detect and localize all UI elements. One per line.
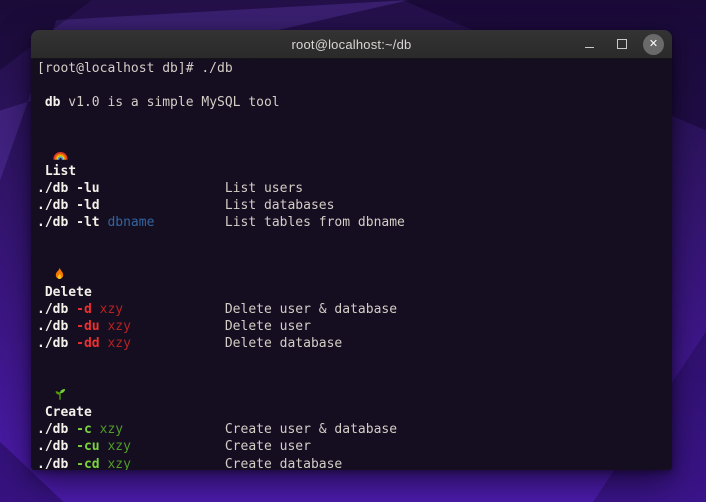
minimize-button[interactable] bbox=[579, 34, 600, 55]
terminal-line: [root@localhost db]# ./db bbox=[37, 60, 668, 77]
terminal-line bbox=[37, 77, 668, 94]
terminal-line: ./db -dd xzy Delete database bbox=[37, 335, 668, 352]
terminal-text-segment: xzy bbox=[100, 302, 123, 317]
terminal-text-segment: -dd bbox=[76, 336, 99, 351]
minimize-icon bbox=[585, 47, 594, 48]
terminal-text-segment: Delete user & database bbox=[123, 302, 397, 317]
terminal-text-segment: [root@localhost db]# ./db bbox=[37, 61, 233, 76]
close-button[interactable]: ✕ bbox=[643, 34, 664, 55]
terminal-text-segment: ./db -ld bbox=[37, 198, 100, 213]
terminal-text-segment: ./db bbox=[37, 457, 76, 470]
terminal-text-segment: -du bbox=[76, 319, 99, 334]
terminal-line: Create bbox=[37, 370, 668, 421]
terminal-text-segment bbox=[37, 95, 45, 110]
terminal-text-segment: v1.0 is a simple MySQL tool bbox=[60, 95, 279, 110]
terminal-line: ./db -ld List databases bbox=[37, 197, 668, 214]
terminal-text-segment: Create user bbox=[131, 439, 311, 454]
terminal-text-segment: List bbox=[45, 164, 76, 179]
terminal-line bbox=[37, 111, 668, 128]
terminal-text-segment: xzy bbox=[107, 457, 130, 470]
terminal-text-segment: ./db -lt bbox=[37, 215, 100, 230]
terminal-line: ./db -lt dbname List tables from dbname bbox=[37, 214, 668, 231]
terminal-text-segment: ./db bbox=[37, 302, 76, 317]
terminal-text-segment: xzy bbox=[107, 439, 130, 454]
terminal-text-segment: xzy bbox=[100, 422, 123, 437]
terminal-line: db v1.0 is a simple MySQL tool bbox=[37, 94, 668, 111]
terminal-text-segment: ./db bbox=[37, 319, 76, 334]
terminal-text-segment: dbname bbox=[107, 215, 154, 230]
terminal-text-segment: List users bbox=[100, 181, 304, 196]
terminal-line: ./db -cd xzy Create database bbox=[37, 456, 668, 470]
terminal-text-segment: List tables from dbname bbox=[154, 215, 404, 230]
maximize-icon bbox=[617, 39, 627, 49]
terminal-text-segment: xzy bbox=[107, 319, 130, 334]
terminal-line: ./db -d xzy Delete user & database bbox=[37, 301, 668, 318]
terminal-line bbox=[37, 232, 668, 249]
maximize-button[interactable] bbox=[611, 34, 632, 55]
terminal-text-segment: Create bbox=[45, 405, 92, 420]
terminal-text-segment: Create user & database bbox=[123, 422, 397, 437]
terminal-text-segment: -cu bbox=[76, 439, 99, 454]
terminal-text-segment: -c bbox=[76, 422, 92, 437]
terminal-text-segment: List databases bbox=[100, 198, 335, 213]
terminal-line: Delete bbox=[37, 249, 668, 301]
titlebar[interactable]: root@localhost:~/db ✕ bbox=[31, 30, 672, 59]
terminal-text-segment: ./db bbox=[37, 422, 76, 437]
terminal-text-segment bbox=[37, 164, 45, 179]
terminal-text-segment bbox=[37, 130, 45, 145]
window-controls: ✕ bbox=[579, 30, 664, 58]
terminal-line: List bbox=[37, 129, 668, 180]
rainbow-icon bbox=[53, 147, 69, 160]
terminal-line bbox=[37, 353, 668, 370]
terminal-text-segment: Delete bbox=[45, 285, 92, 300]
desktop-background: root@localhost:~/db ✕ [root@localhost db… bbox=[0, 0, 706, 502]
window-title: root@localhost:~/db bbox=[292, 37, 412, 52]
terminal-text-segment bbox=[92, 302, 100, 317]
seedling-icon bbox=[53, 387, 69, 401]
terminal-text-segment: xzy bbox=[107, 336, 130, 351]
terminal-text-segment bbox=[37, 405, 45, 420]
terminal-text-segment: ./db bbox=[37, 336, 76, 351]
terminal-text-segment bbox=[37, 250, 45, 265]
terminal-text-segment: ./db bbox=[37, 439, 76, 454]
terminal-output[interactable]: [root@localhost db]# ./db db v1.0 is a s… bbox=[31, 59, 672, 470]
close-icon: ✕ bbox=[649, 39, 658, 50]
terminal-line: ./db -lu List users bbox=[37, 180, 668, 197]
terminal-text-segment bbox=[92, 422, 100, 437]
terminal-text-segment: Delete database bbox=[131, 336, 342, 351]
terminal-text-segment: Delete user bbox=[131, 319, 311, 334]
terminal-window: root@localhost:~/db ✕ [root@localhost db… bbox=[31, 30, 672, 470]
terminal-text-segment: -d bbox=[76, 302, 92, 317]
fire-icon bbox=[53, 266, 69, 281]
terminal-text-segment bbox=[37, 371, 45, 386]
terminal-text-segment: Create database bbox=[131, 457, 342, 470]
terminal-text-segment: db bbox=[45, 95, 61, 110]
terminal-text-segment: ./db -lu bbox=[37, 181, 100, 196]
terminal-line: ./db -c xzy Create user & database bbox=[37, 421, 668, 438]
terminal-line: ./db -cu xzy Create user bbox=[37, 438, 668, 455]
terminal-text-segment bbox=[37, 285, 45, 300]
terminal-line: ./db -du xzy Delete user bbox=[37, 318, 668, 335]
terminal-text-segment: -cd bbox=[76, 457, 99, 470]
